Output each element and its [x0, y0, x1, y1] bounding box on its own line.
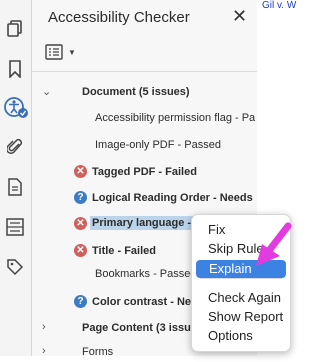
document-icon[interactable]: [5, 177, 25, 197]
needs-check-icon: ?: [74, 191, 87, 204]
chevron-down-icon: ▼: [68, 47, 76, 57]
attachment-icon[interactable]: [5, 137, 25, 157]
failed-icon: ✕: [74, 165, 87, 178]
failed-icon: ✕: [74, 244, 87, 257]
annotation-arrow-icon: [256, 222, 292, 266]
tree-item[interactable]: ✕ Tagged PDF - Failed: [32, 162, 257, 182]
chevron-down-icon[interactable]: ⌄: [42, 85, 51, 98]
options-menu-button[interactable]: ▼: [45, 42, 79, 62]
tree-item[interactable]: Image-only PDF - Passed: [32, 135, 257, 155]
list-options-icon: [45, 44, 63, 60]
tree-group-document[interactable]: ⌄ Document (5 issues): [32, 82, 257, 102]
tree-item[interactable]: Accessibility permission flag - Pa: [32, 108, 257, 128]
tags-icon[interactable]: [5, 257, 25, 277]
bookmark-icon[interactable]: [5, 59, 25, 79]
panel-title: Accessibility Checker: [48, 9, 190, 26]
failed-icon: ✕: [74, 217, 87, 230]
tree-item[interactable]: ? Logical Reading Order - Needs: [32, 188, 257, 208]
close-icon[interactable]: ✕: [232, 6, 247, 27]
pages-icon[interactable]: [5, 19, 25, 39]
menu-item-show-report[interactable]: Show Report: [192, 308, 290, 326]
chevron-right-icon[interactable]: ›: [42, 321, 46, 333]
accessibility-icon[interactable]: [2, 95, 30, 121]
left-toolbar: [0, 0, 32, 356]
panel-divider: [32, 71, 257, 72]
menu-item-options[interactable]: Options: [192, 327, 290, 345]
menu-separator: [200, 278, 282, 279]
document-link-text[interactable]: Gil v. W: [262, 0, 296, 11]
menu-item-check-again[interactable]: Check Again: [192, 289, 290, 307]
needs-check-icon: ?: [74, 295, 87, 308]
compare-icon[interactable]: [5, 217, 25, 237]
chevron-right-icon[interactable]: ›: [42, 345, 46, 357]
